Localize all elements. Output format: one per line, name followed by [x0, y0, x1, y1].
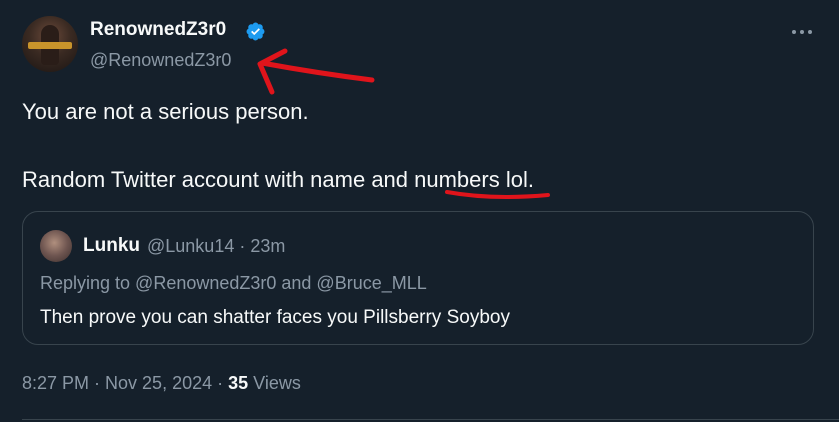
red-arrowhead-annotation [257, 48, 288, 95]
tweet-container: RenownedZ3r0 @RenownedZ3r0 You are not a… [0, 0, 839, 422]
author-handle[interactable]: @RenownedZ3r0 [90, 50, 231, 71]
more-horizontal-icon[interactable] [790, 22, 814, 42]
tweet-line-1: You are not a serious person. [22, 99, 309, 124]
author-display-name[interactable]: RenownedZ3r0 [90, 19, 226, 41]
tweet-footer: 8:27 PM · Nov 25, 2024 · 35 Views [22, 373, 301, 394]
quoted-tweet[interactable]: Lunku @Lunku14 · 23m Replying to @Renown… [22, 211, 814, 345]
views-label: Views [248, 373, 301, 393]
verified-badge-icon [246, 22, 265, 41]
tweet-timestamp[interactable]: 8:27 PM · Nov 25, 2024 · [22, 373, 228, 393]
tweet-line-2: Random Twitter account with name and num… [22, 167, 534, 192]
views-count: 35 [228, 373, 249, 393]
author-avatar[interactable] [22, 16, 78, 72]
more-dots-icon [792, 30, 812, 34]
tweet-line-gap [22, 126, 812, 166]
quoted-tweet-text: Then prove you can shatter faces you Pil… [40, 307, 510, 328]
tweet-body: You are not a serious person. Random Twi… [22, 98, 812, 194]
quoted-replying-to: Replying to @RenownedZ3r0 and @Bruce_MLL [40, 273, 427, 293]
quoted-handle-time: @Lunku14 · 23m [147, 236, 286, 256]
red-arrow-annotation [259, 60, 375, 83]
footer-divider [22, 419, 839, 420]
avatar-banner [28, 42, 72, 49]
quoted-author-name[interactable]: Lunku [83, 235, 140, 257]
quoted-author-avatar[interactable] [40, 230, 72, 262]
